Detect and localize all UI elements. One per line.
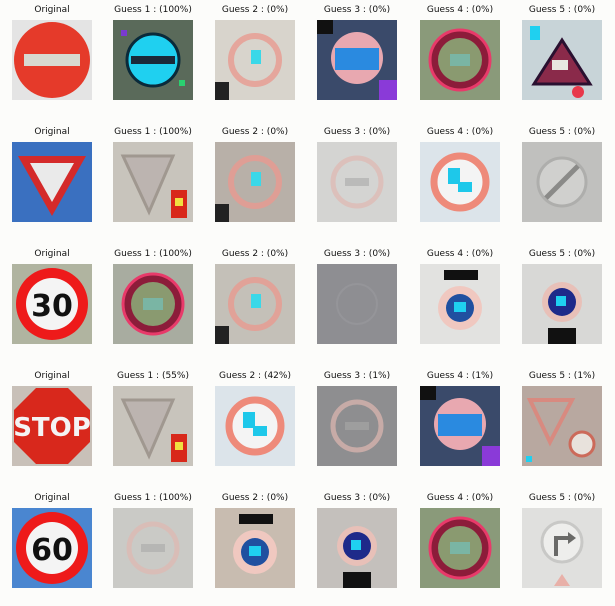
original-label: Original [34,249,70,259]
guess-label: Guess 2 : (0%) [221,493,289,503]
sign-number: 60 [31,533,73,568]
guess-label: Guess 4 : (0%) [426,249,494,259]
sign-thumbnail [317,264,397,344]
faint-circle-image [215,264,295,344]
faint-circle-image [215,20,295,100]
original-label: Original [34,127,70,137]
guess-label: Guess 4 : (0%) [426,493,494,503]
guess-label: Guess 5 : (0%) [528,249,596,259]
sign-thumbnail: 60 [12,508,92,588]
no-entry-cyan-image [113,20,193,100]
sign-thumbnail [113,508,193,588]
roundabout-blue-image [522,264,602,344]
sign-number: 30 [31,289,73,324]
sign-thumbnail [420,386,500,466]
sign-thumbnail [113,386,193,466]
guess-label: Guess 3 : (0%) [323,5,391,15]
guess-label: Guess 5 : (0%) [528,493,596,503]
sign-thumbnail [215,142,295,222]
guess-label: Guess 3 : (0%) [323,249,391,259]
turn-right-image [522,508,602,588]
guess-label: Guess 1 : (100%) [114,249,192,259]
sign-thumbnail [317,386,397,466]
guess-label: Guess 2 : (0%) [221,5,289,15]
original-label: Original [34,371,70,381]
sign-thumbnail [522,20,602,100]
sign-thumbnail [522,142,602,222]
sign-thumbnail [12,20,92,100]
gray-square-image [317,264,397,344]
sign-thumbnail [522,508,602,588]
sign-thumbnail [317,20,397,100]
stop-noisy-image [420,386,500,466]
speed-dark-image [420,20,500,100]
circle-cyan-image [420,142,500,222]
guess-label: Guess 1 : (100%) [114,5,192,15]
sign-thumbnail: STOP [12,386,92,466]
circle-cyan-image [215,386,295,466]
original-label: Original [34,5,70,15]
sign-thumbnail: 30 [12,264,92,344]
guess-label: Guess 2 : (42%) [219,371,291,381]
stop-noisy-image [317,20,397,100]
guess-label: Guess 5 : (0%) [528,5,596,15]
sign-thumbnail [317,508,397,588]
sign-thumbnail [420,264,500,344]
sign-thumbnail [317,142,397,222]
roundabout-blue-image [317,508,397,588]
guess-label: Guess 2 : (0%) [221,249,289,259]
guess-label: Guess 3 : (0%) [323,127,391,137]
guess-label: Guess 4 : (0%) [426,127,494,137]
original-label: Original [34,493,70,503]
sign-text: STOP [13,413,91,443]
sign-thumbnail [113,142,193,222]
sign-thumbnail [420,508,500,588]
sign-thumbnail [215,20,295,100]
triangle-faint-image [522,386,602,466]
sign-thumbnail [522,264,602,344]
yield-faint-image [113,142,193,222]
guess-label: Guess 3 : (1%) [323,371,391,381]
speed-30-original-image: 30 [12,264,92,344]
guess-label: Guess 4 : (0%) [426,5,494,15]
faint-circle-gray-image [113,508,193,588]
end-restriction-image [522,142,602,222]
speed-dark-image [113,264,193,344]
speed-dark-image [420,508,500,588]
no-entry-original-image [12,20,92,100]
sign-thumbnail [420,142,500,222]
guess-label: Guess 1 : (100%) [114,493,192,503]
faint-circle-gray-image [317,386,397,466]
guess-label: Guess 1 : (100%) [114,127,192,137]
guess-label: Guess 4 : (1%) [426,371,494,381]
roundabout-image [420,264,500,344]
sign-thumbnail [215,264,295,344]
roundabout-image [215,508,295,588]
stop-original-image: STOP [12,386,92,466]
guess-label: Guess 1 : (55%) [117,371,189,381]
triangle-noisy-image [522,20,602,100]
sign-thumbnail [215,386,295,466]
sign-thumbnail [420,20,500,100]
faint-circle-gray-image [317,142,397,222]
yield-faint-image [113,386,193,466]
guess-label: Guess 5 : (1%) [528,371,596,381]
guess-label: Guess 5 : (0%) [528,127,596,137]
speed-60-original-image: 60 [12,508,92,588]
faint-circle-image [215,142,295,222]
guess-label: Guess 3 : (0%) [323,493,391,503]
sign-thumbnail [215,508,295,588]
sign-thumbnail [113,264,193,344]
sign-thumbnail [12,142,92,222]
sign-thumbnail [522,386,602,466]
yield-original-image [12,142,92,222]
sign-thumbnail [113,20,193,100]
guess-label: Guess 2 : (0%) [221,127,289,137]
prediction-grid: Original Guess 1 : (100%) Guess 2 : (0%) Gu… [0,0,615,606]
